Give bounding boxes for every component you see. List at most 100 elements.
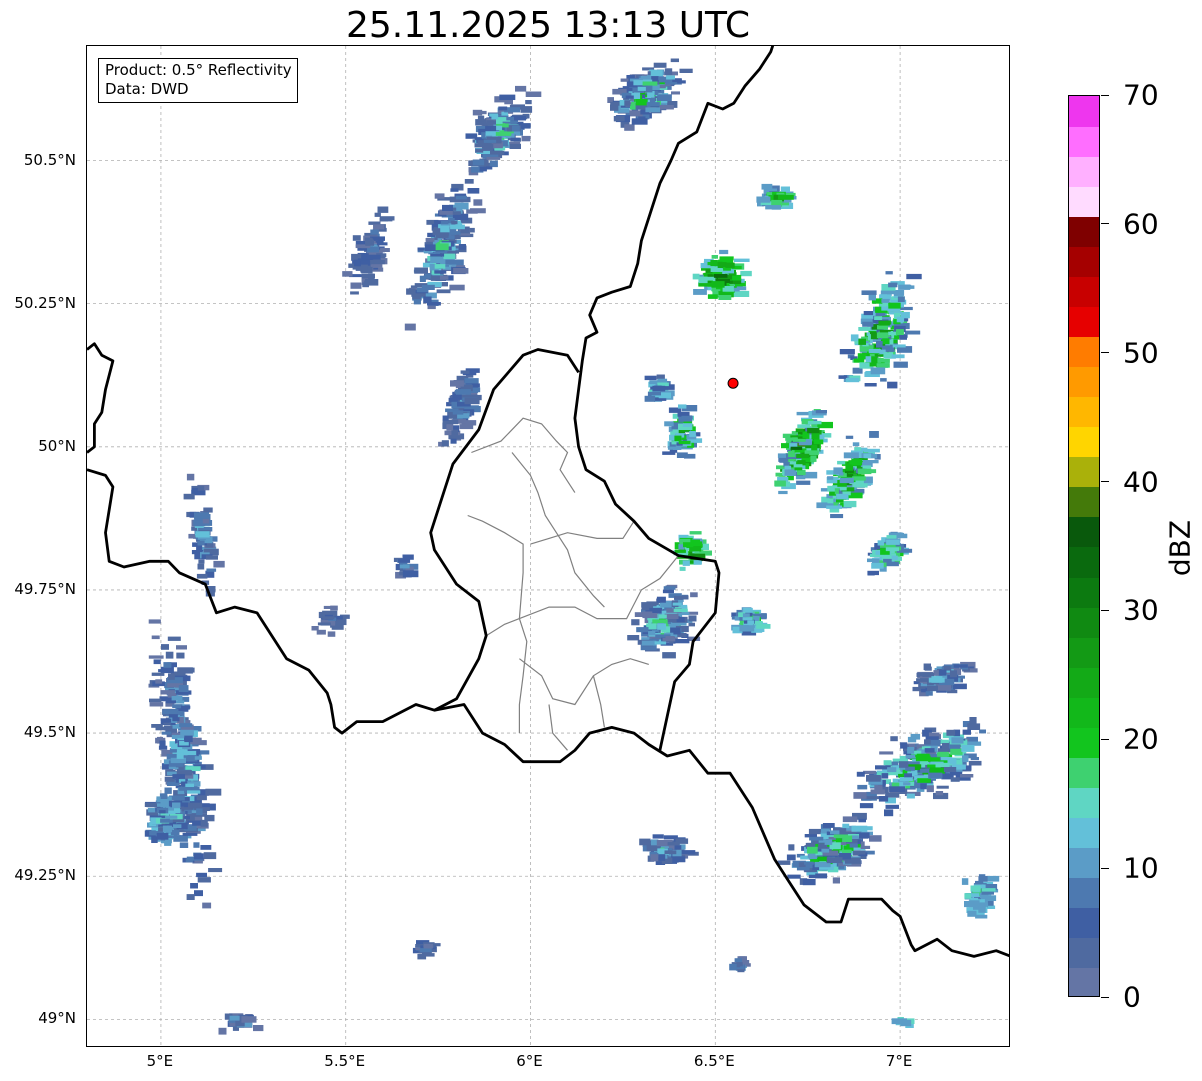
radar-echo-cell [203, 852, 217, 860]
radar-echo-cell [949, 670, 957, 678]
radar-echo-cell [151, 672, 165, 676]
radar-echo-cell [756, 196, 771, 203]
radar-echo-cell [927, 685, 938, 691]
radar-echo-cell [185, 783, 194, 787]
radar-echo-cell [656, 374, 665, 380]
radar-echo-cell [366, 254, 381, 260]
radar-echo-cell [843, 452, 859, 459]
radar-echo-cell [472, 159, 485, 166]
radar-echo-cell [374, 212, 381, 217]
radar-echo-cell [894, 533, 908, 539]
radar-echo-cell [871, 562, 884, 569]
radar-echo-cell [793, 464, 803, 468]
radar-echo-cell [506, 116, 514, 121]
radar-echo-cell [710, 260, 718, 267]
radar-echo-cell [788, 451, 796, 458]
radar-echo-cell [804, 834, 817, 838]
radar-echo-cell [442, 415, 449, 421]
radar-echo-cell [630, 103, 637, 110]
radar-echo-cell [869, 835, 882, 842]
radar-echo-cell [311, 626, 319, 631]
radar-echo-cell [498, 106, 508, 111]
radar-echo-cell [862, 321, 874, 327]
lat-tick-label: 50.5°N [23, 150, 76, 169]
radar-echo-cell [436, 289, 451, 294]
radar-echo-cell [967, 910, 977, 917]
radar-echo-cell [446, 423, 454, 431]
radar-echo-cell [646, 601, 659, 606]
radar-echo-cell [684, 453, 696, 459]
radar-echo-cell [194, 756, 202, 760]
radar-echo-cell [636, 627, 649, 633]
radar-echo-cell [460, 370, 470, 374]
radar-echo-cell [887, 767, 897, 773]
colorbar-segment [1069, 216, 1099, 247]
admin-boundary-line [530, 520, 635, 545]
colorbar-segment [1069, 787, 1099, 819]
radar-echo-cell [486, 120, 494, 126]
radar-echo-cell [852, 442, 860, 447]
radar-echo-cell [635, 99, 648, 106]
radar-echo-cell [160, 690, 175, 695]
radar-echo-cell [613, 116, 625, 122]
radar-echo-cell [452, 211, 461, 215]
radar-echo-cell [370, 229, 379, 235]
radar-echo-cell [624, 100, 631, 106]
radar-echo-cell [924, 666, 932, 671]
colorbar-segment [1069, 907, 1099, 939]
radar-echo-cell [851, 825, 868, 832]
radar-echo-cell [464, 397, 480, 405]
radar-echo-cell [482, 144, 494, 151]
radar-echo-cell [163, 718, 172, 723]
radar-echo-cell [639, 838, 651, 846]
radar-echo-cell [683, 542, 694, 548]
radar-echo-cell [850, 334, 859, 342]
radar-echo-cell [430, 253, 445, 257]
radar-echo-cell [473, 199, 483, 206]
radar-echo-cell [653, 62, 667, 68]
radar-echo-cell [896, 316, 905, 323]
radar-echo-cell [920, 783, 927, 790]
radar-echo-cell [196, 795, 207, 801]
colorbar-tick-label: 70 [1123, 78, 1159, 112]
radar-echo-cell [423, 296, 432, 304]
radar-echo-cell [450, 220, 458, 225]
radar-echo-cell [664, 850, 677, 855]
radar-echo-cell [666, 75, 675, 80]
radar-echo-cell [842, 823, 850, 829]
map-area[interactable]: Product: 0.5° Reflectivity Data: DWD [86, 45, 1010, 1047]
radar-echo-cell [860, 845, 871, 849]
radar-echo-cell [867, 570, 879, 576]
radar-echo-cell [931, 676, 943, 683]
colorbar-segment [1069, 667, 1099, 698]
radar-echo-cell [894, 290, 905, 296]
radar-echo-cell [824, 839, 833, 845]
colorbar-segment [1069, 817, 1099, 849]
radar-echo-cell [652, 385, 666, 392]
radar-echo-cell [412, 296, 421, 300]
radar-echo-cell [448, 397, 459, 403]
radar-echo-cell [193, 853, 204, 860]
radar-echo-cell [864, 383, 877, 387]
colorbar-segment [1069, 96, 1099, 127]
radar-echo-cell [778, 490, 788, 495]
radar-echo-cell [891, 1018, 907, 1025]
radar-echo-cell [162, 710, 178, 715]
radar-echo-cell [859, 803, 874, 809]
colorbar-tick-label: 10 [1123, 851, 1159, 885]
radar-echo-cell [486, 156, 501, 160]
radar-echo-cell [725, 262, 735, 268]
radar-echo-cell [452, 410, 464, 415]
map-canvas [87, 46, 1009, 1046]
radar-echo-cell [652, 834, 664, 839]
colorbar-tick-label: 20 [1123, 722, 1159, 756]
radar-echo-cell [948, 744, 961, 749]
radar-echo-cell [804, 471, 818, 479]
radar-echo-cell [442, 204, 453, 211]
radar-echo-cell [450, 224, 465, 230]
radar-echo-cell [886, 535, 897, 539]
radar-echo-cell [874, 316, 883, 320]
data-source-label: Data: DWD [105, 80, 189, 98]
radar-echo-cell [477, 115, 485, 122]
product-info-box: Product: 0.5° Reflectivity Data: DWD [98, 58, 298, 103]
